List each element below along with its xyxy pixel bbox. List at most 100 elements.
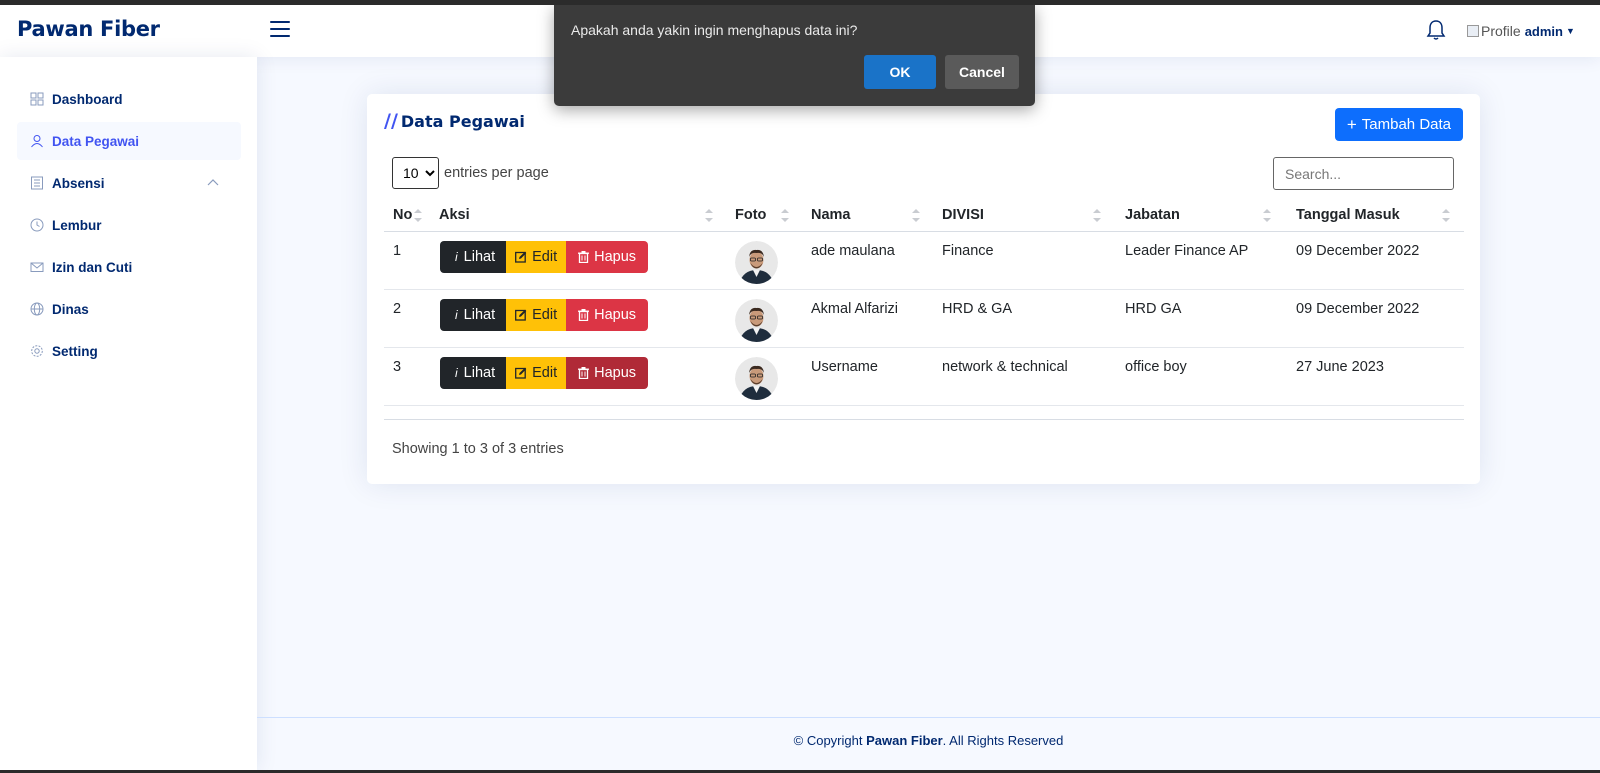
edit-icon xyxy=(515,309,527,321)
entries-select[interactable]: 10 xyxy=(392,157,439,189)
view-button[interactable]: i Lihat xyxy=(440,357,507,389)
gear-icon xyxy=(31,345,43,357)
column-header-tanggal-masuk[interactable]: Tanggal Masuk xyxy=(1296,207,1400,223)
sort-icon[interactable] xyxy=(1263,208,1271,224)
cell-divisi: network & technical xyxy=(942,359,1068,375)
caret-down-icon: ▼ xyxy=(1565,26,1575,36)
sidebar: Dashboard Data Pegawai Absensi Lembur Iz… xyxy=(0,57,257,770)
profile-dropdown[interactable]: Profile admin ▼ xyxy=(1467,23,1575,39)
employee-photo xyxy=(735,299,778,342)
profile-image-alt: Profile xyxy=(1481,23,1521,39)
ok-button[interactable]: OK xyxy=(864,55,936,89)
sidebar-item-dinas[interactable]: Dinas xyxy=(17,290,241,328)
sort-icon[interactable] xyxy=(414,208,422,224)
sidebar-item-label: Absensi xyxy=(52,175,105,191)
table-row: 3 i Lihat Edit Hapus Username network & t… xyxy=(384,348,1464,406)
globe-icon xyxy=(30,302,44,316)
cell-tanggal-masuk: 09 December 2022 xyxy=(1296,243,1420,259)
delete-button[interactable]: Hapus xyxy=(566,357,649,389)
footer-suffix: . All Rights Reserved xyxy=(942,733,1064,748)
sort-icon[interactable] xyxy=(705,208,713,224)
column-header-aksi[interactable]: Aksi xyxy=(439,207,470,223)
cell-nama: Username xyxy=(811,359,878,375)
column-header-divisi[interactable]: DIVISI xyxy=(942,207,984,223)
sidebar-item-data-pegawai[interactable]: Data Pegawai xyxy=(17,122,241,160)
cell-divisi: Finance xyxy=(942,243,994,259)
sort-icon[interactable] xyxy=(781,208,789,224)
search-input[interactable] xyxy=(1273,157,1454,190)
entries-label: entries per page xyxy=(444,165,549,181)
delete-label: Hapus xyxy=(594,365,637,381)
column-header-foto[interactable]: Foto xyxy=(735,207,766,223)
chevron-up-icon xyxy=(207,179,219,186)
sidebar-item-izin-dan-cuti[interactable]: Izin dan Cuti xyxy=(17,248,241,286)
app-logo[interactable]: Pawan Fiber xyxy=(17,17,160,41)
sort-icon[interactable] xyxy=(1442,208,1450,224)
card-title: //Data Pegawai xyxy=(384,110,525,132)
sort-icon[interactable] xyxy=(1093,208,1101,224)
envelope-icon xyxy=(30,262,44,272)
info-icon: i xyxy=(455,366,458,380)
sidebar-item-lembur[interactable]: Lembur xyxy=(17,206,241,244)
view-label: Lihat xyxy=(463,307,496,323)
grid-icon xyxy=(30,92,44,106)
delete-button[interactable]: Hapus xyxy=(566,299,649,331)
table-footer-divider xyxy=(384,406,1464,420)
column-header-no[interactable]: No xyxy=(393,207,412,223)
edit-label: Edit xyxy=(532,307,558,323)
view-label: Lihat xyxy=(463,249,496,265)
row-actions: i Lihat Edit Hapus xyxy=(440,357,649,389)
row-actions: i Lihat Edit Hapus xyxy=(440,299,649,331)
delete-label: Hapus xyxy=(594,307,637,323)
edit-label: Edit xyxy=(532,249,558,265)
view-button[interactable]: i Lihat xyxy=(440,241,507,273)
app-screen: Pawan Fiber Profile admin ▼ Dashboard Da… xyxy=(0,5,1600,770)
view-button[interactable]: i Lihat xyxy=(440,299,507,331)
sidebar-item-dashboard[interactable]: Dashboard xyxy=(17,80,241,118)
delete-button[interactable]: Hapus xyxy=(566,241,649,273)
view-label: Lihat xyxy=(463,365,496,381)
sidebar-item-label: Data Pegawai xyxy=(52,133,140,149)
sidebar-item-label: Setting xyxy=(52,343,98,359)
sidebar-item-label: Dinas xyxy=(52,301,89,317)
plus-icon: + xyxy=(1346,114,1357,134)
sort-icon[interactable] xyxy=(912,208,920,224)
trash-icon xyxy=(578,251,590,263)
bell-icon[interactable] xyxy=(1426,19,1446,41)
info-icon: i xyxy=(455,250,458,264)
broken-image-icon xyxy=(1467,25,1479,37)
cancel-button[interactable]: Cancel xyxy=(945,55,1019,89)
info-icon: i xyxy=(455,308,458,322)
edit-icon xyxy=(515,367,527,379)
profile-username: admin xyxy=(1524,23,1563,39)
edit-icon xyxy=(515,251,527,263)
cell-divisi: HRD & GA xyxy=(942,301,1013,317)
sidebar-item-setting[interactable]: Setting xyxy=(17,332,241,370)
column-header-jabatan[interactable]: Jabatan xyxy=(1125,207,1180,223)
data-pegawai-card: //Data Pegawai + Tambah Data 10 entries p… xyxy=(367,94,1480,484)
employee-table: No Aksi Foto Nama DIVISI Jabatan Tanggal… xyxy=(384,199,1464,420)
cell-no: 3 xyxy=(393,359,402,375)
dialog-message: Apakah anda yakin ingin menghapus data i… xyxy=(571,22,858,38)
menu-toggle-icon[interactable] xyxy=(270,21,290,39)
add-data-button[interactable]: + Tambah Data xyxy=(1334,108,1463,141)
sidebar-item-label: Izin dan Cuti xyxy=(52,259,133,275)
edit-button[interactable]: Edit xyxy=(506,299,567,331)
clock-icon xyxy=(30,218,44,232)
card-title-text: Data Pegawai xyxy=(400,112,525,131)
sidebar-item-absensi[interactable]: Absensi xyxy=(17,164,241,202)
add-data-label: Tambah Data xyxy=(1361,116,1451,133)
cell-no: 2 xyxy=(393,301,402,317)
table-info: Showing 1 to 3 of 3 entries xyxy=(392,441,564,457)
title-slash-icon: // xyxy=(384,110,398,132)
edit-button[interactable]: Edit xyxy=(506,241,567,273)
cell-no: 1 xyxy=(393,243,402,259)
column-header-nama[interactable]: Nama xyxy=(811,207,851,223)
edit-label: Edit xyxy=(532,365,558,381)
edit-button[interactable]: Edit xyxy=(506,357,567,389)
delete-label: Hapus xyxy=(594,249,637,265)
cell-tanggal-masuk: 27 June 2023 xyxy=(1296,359,1384,375)
cell-nama: ade maulana xyxy=(811,243,895,259)
cell-jabatan: Leader Finance AP xyxy=(1125,243,1249,259)
cell-tanggal-masuk: 09 December 2022 xyxy=(1296,301,1420,317)
